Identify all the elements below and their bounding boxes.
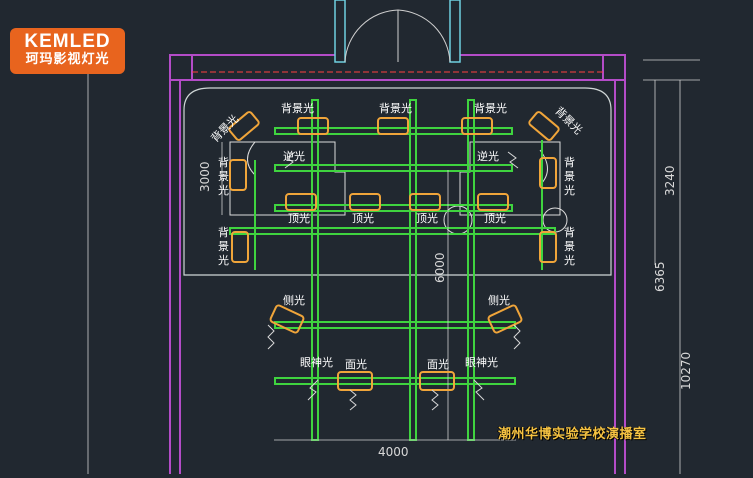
dim-10270: 10270 [679,352,693,390]
fixture-back-2 [377,117,409,135]
fixture-face-1 [337,371,373,391]
label-backlight-v2a: 景 [218,170,229,183]
fixture-back-6 [229,159,247,191]
label-side-1: 侧光 [283,293,305,307]
fixture-side-2 [487,304,523,334]
label-backlight-v1c: 背 [218,225,229,239]
label-backlight-v3b: 光 [564,183,575,197]
label-backlight-v1a: 背 [218,155,229,169]
fixture-top-3 [409,193,441,211]
label-reverse-2: 逆光 [477,149,499,163]
label-reverse-1: 逆光 [283,149,305,163]
label-backlight-v2d: 景 [564,240,575,253]
kemled-logo: KEMLED 珂玛影视灯光 [10,28,125,74]
dim-6365: 6365 [653,261,667,292]
dim-3000: 3000 [198,161,212,192]
label-backlight-v3c: 光 [218,253,229,267]
label-backlight-v1b: 背 [564,155,575,169]
fixture-back-8 [231,231,249,263]
dimension-labels: 3000 3240 6000 6365 10270 4000 [198,161,693,459]
label-backlight-v3a: 光 [218,183,229,197]
dim-4000: 4000 [378,445,409,459]
label-top-3: 顶光 [416,211,438,225]
label-backlight-v3d: 光 [564,253,575,267]
label-backlight-v2c: 景 [218,240,229,253]
studio-caption: 潮州华博实验学校演播室 [498,427,647,442]
label-backlight-v1d: 背 [564,225,575,239]
label-face-1: 面光 [345,357,367,371]
door [334,0,461,63]
label-backlight-2: 背景光 [379,101,412,115]
label-face-2: 面光 [427,357,449,371]
lighting-truss [229,99,556,441]
label-backlight-1: 背景光 [281,101,314,115]
label-top-4: 顶光 [484,211,506,225]
dim-6000: 6000 [433,252,447,283]
label-backlight-v2b: 景 [564,170,575,183]
label-backlight-3: 背景光 [474,101,507,115]
fixture-top-4 [477,193,509,211]
fixture-top-2 [349,193,381,211]
label-top-2: 顶光 [352,211,374,225]
fixture-side-1 [269,304,305,334]
fixture-back-3 [461,117,493,135]
label-eye-2: 眼神光 [465,355,498,369]
dim-3240: 3240 [663,165,677,196]
label-side-2: 侧光 [488,293,510,307]
fixture-springs [267,151,521,411]
desks [229,141,568,235]
fixture-face-2 [419,371,455,391]
label-top-1: 顶光 [288,211,310,225]
label-backlight-4: 背景光 [208,112,241,145]
logo-brand: KEMLED [24,31,111,52]
fixtures [228,111,560,391]
logo-subtitle: 珂玛影视灯光 [25,52,110,67]
label-eye-1: 眼神光 [300,355,333,369]
